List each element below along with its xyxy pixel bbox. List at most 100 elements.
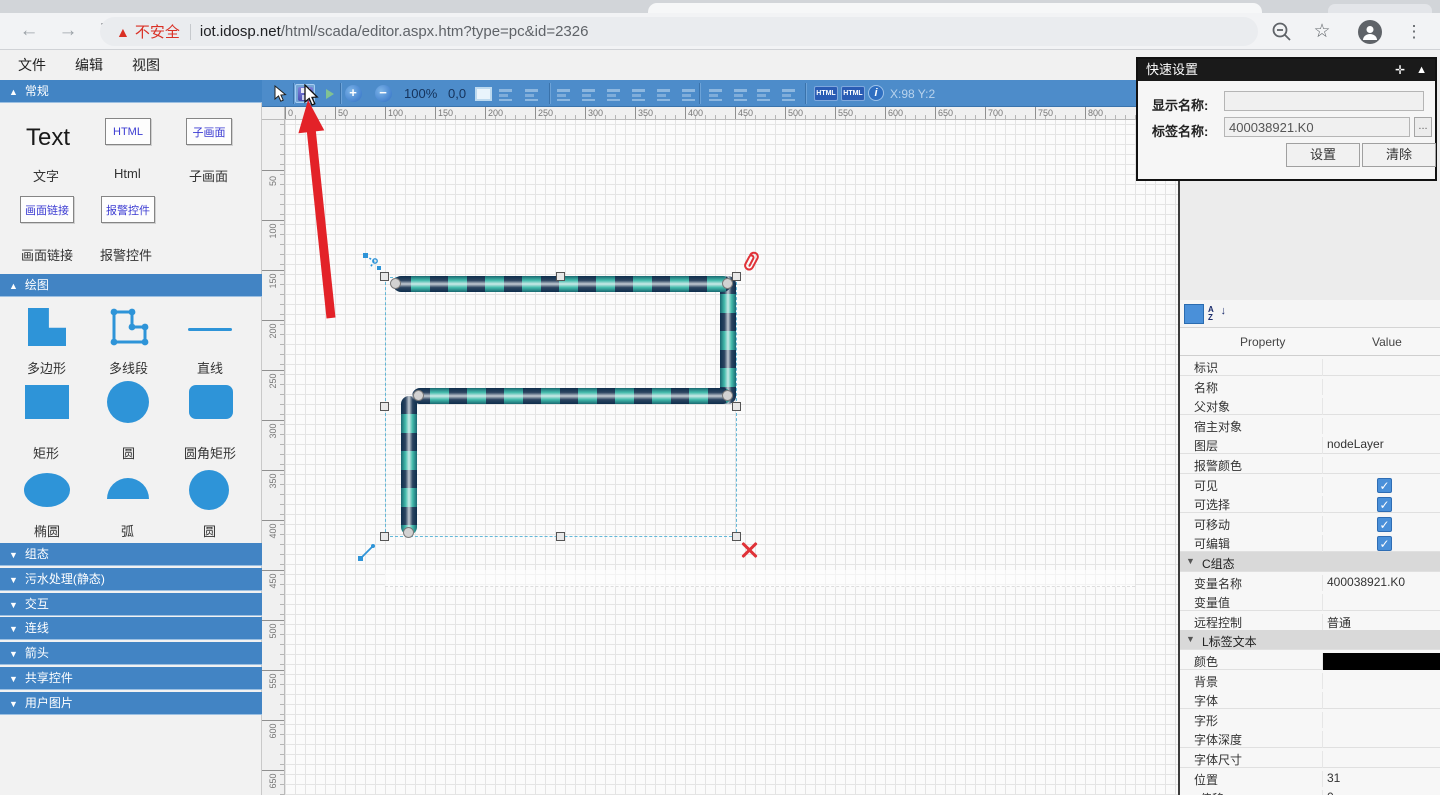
select-tool-button[interactable] [270, 84, 290, 103]
save-button[interactable] [295, 84, 315, 103]
property-value[interactable]: nodeLayer [1322, 437, 1440, 454]
set-button[interactable]: 设置 [1286, 143, 1360, 167]
section-header-general[interactable]: ▲常规 [0, 80, 262, 103]
property-row-报警颜色[interactable]: 报警颜色 [1180, 454, 1440, 474]
shape-polyline-icon[interactable] [106, 304, 152, 355]
page-zoom-icon[interactable] [1270, 20, 1294, 44]
pipe-segment-left-vertical[interactable] [401, 396, 417, 535]
categorized-view-icon[interactable] [1184, 304, 1204, 324]
property-row-字形[interactable]: 字形 [1180, 709, 1440, 729]
run-preview-button[interactable] [320, 84, 340, 103]
property-value[interactable] [1322, 712, 1440, 729]
section-header-collapsed[interactable]: ▼连线 [0, 617, 262, 640]
checkbox-checked-icon[interactable]: ✓ [1377, 497, 1392, 512]
browser-background-tab[interactable] [1328, 4, 1432, 13]
property-value[interactable]: 普通 [1322, 614, 1440, 631]
browser-menu-icon[interactable]: ⋮ [1402, 20, 1426, 44]
property-value[interactable]: ✓ [1322, 477, 1440, 494]
property-row-远程控制[interactable]: 远程控制普通 [1180, 611, 1440, 631]
zoom-out-button[interactable]: − [373, 84, 393, 103]
widget-subscreen[interactable]: 子画面 [186, 118, 232, 145]
property-row-背景[interactable]: 背景 [1180, 670, 1440, 690]
zoom-in-button[interactable]: + [343, 84, 363, 103]
property-value[interactable] [1322, 379, 1440, 396]
clear-button[interactable]: 清除 [1362, 143, 1436, 167]
profile-avatar[interactable] [1358, 20, 1382, 44]
section-header-collapsed[interactable]: ▼污水处理(静态) [0, 568, 262, 591]
design-canvas[interactable] [285, 120, 1178, 795]
widget-screen-link[interactable]: 画面链接 [20, 196, 74, 223]
property-row-宿主对象[interactable]: 宿主对象 [1180, 415, 1440, 435]
security-warning-label[interactable]: 不安全 [135, 21, 180, 42]
property-value[interactable]: ✓ [1322, 496, 1440, 513]
property-value[interactable]: 0 [1322, 790, 1440, 795]
resize-handle-top-middle[interactable] [556, 272, 565, 281]
menu-view[interactable]: 视图 [126, 50, 166, 80]
property-row-可移动[interactable]: 可移动✓ [1180, 513, 1440, 533]
property-value[interactable] [1322, 359, 1440, 376]
shape-circle-icon[interactable] [107, 381, 149, 423]
property-row-名称[interactable]: 名称 [1180, 376, 1440, 396]
quick-settings-titlebar[interactable]: 快速设置 ✛ ▲ [1138, 59, 1435, 81]
section-expand-icon[interactable]: ▼ [1186, 634, 1195, 644]
html-source-button-2[interactable]: HTML [841, 86, 865, 101]
resize-handle-bottom-left[interactable] [380, 532, 389, 541]
bookmark-star-icon[interactable]: ☆ [1310, 20, 1334, 44]
property-value[interactable] [1322, 653, 1440, 670]
html-source-button[interactable]: HTML [814, 86, 838, 101]
resize-handle-middle-right[interactable] [732, 402, 741, 411]
property-section-L标签文本[interactable]: ▼L标签文本 [1180, 630, 1440, 650]
property-value[interactable] [1322, 398, 1440, 415]
menu-edit[interactable]: 编辑 [69, 50, 109, 80]
property-row-字体深度[interactable]: 字体深度 [1180, 728, 1440, 748]
section-header-collapsed[interactable]: ▼交互 [0, 593, 262, 616]
shape-circle2-icon[interactable] [189, 470, 229, 510]
browser-back-button[interactable]: ← [14, 16, 44, 46]
property-value[interactable] [1322, 418, 1440, 435]
property-value[interactable] [1322, 457, 1440, 474]
section-header-collapsed[interactable]: ▼共享控件 [0, 667, 262, 690]
property-value[interactable]: ✓ [1322, 535, 1440, 552]
line-tool-icon[interactable] [357, 542, 377, 567]
pipe-joint[interactable] [403, 527, 414, 538]
property-value[interactable]: 31 [1322, 771, 1440, 788]
section-expand-icon[interactable]: ▼ [1186, 556, 1195, 566]
property-row-变量值[interactable]: 变量值 [1180, 591, 1440, 611]
widget-alarm-control[interactable]: 报警控件 [101, 196, 155, 223]
collapse-panel-icon[interactable]: ▲ [1416, 63, 1427, 78]
browser-forward-button[interactable]: → [53, 16, 83, 46]
property-row-字体[interactable]: 字体 [1180, 689, 1440, 709]
resize-handle-bottom-middle[interactable] [556, 532, 565, 541]
canvas-settings-button[interactable] [473, 84, 493, 103]
property-row-父对象[interactable]: 父对象 [1180, 395, 1440, 415]
section-header-draw[interactable]: ▲绘图 [0, 274, 262, 297]
info-button[interactable]: i [868, 85, 884, 101]
checkbox-checked-icon[interactable]: ✓ [1377, 517, 1392, 532]
sort-alphabetical-icon[interactable]: AZ↓ [1208, 304, 1228, 324]
widget-text[interactable]: Text [26, 124, 70, 152]
property-row-位置[interactable]: 位置31 [1180, 768, 1440, 788]
property-row-变量名称[interactable]: 变量名称400038921.K0 [1180, 572, 1440, 592]
property-value[interactable] [1322, 673, 1440, 690]
property-value[interactable]: 400038921.K0 [1322, 575, 1440, 592]
checkbox-checked-icon[interactable]: ✓ [1377, 478, 1392, 493]
pipe-segment-middle-horizontal[interactable] [412, 388, 731, 404]
shape-arc-icon[interactable] [107, 478, 149, 499]
section-header-collapsed[interactable]: ▼箭头 [0, 642, 262, 665]
property-row-可编辑[interactable]: 可编辑✓ [1180, 532, 1440, 552]
pipe-segment-right-vertical[interactable] [720, 276, 736, 404]
display-name-input[interactable] [1224, 91, 1424, 111]
pipe-joint[interactable] [722, 390, 733, 401]
address-bar[interactable]: ▲ 不安全 iot.idosp.net/html/scada/editor.as… [100, 17, 1258, 46]
property-row-x偏移[interactable]: x偏移0 [1180, 787, 1440, 795]
shape-line-icon[interactable] [188, 328, 232, 331]
shape-polygon-icon[interactable] [28, 308, 66, 346]
property-value[interactable]: ✓ [1322, 516, 1440, 533]
property-section-C组态[interactable]: ▼C组态 [1180, 552, 1440, 572]
edit-points-icon[interactable] [362, 252, 382, 277]
property-row-颜色[interactable]: 颜色 [1180, 650, 1440, 670]
property-value[interactable] [1322, 731, 1440, 748]
shape-ellipse-icon[interactable] [24, 473, 70, 507]
delete-x-icon[interactable] [740, 541, 758, 559]
resize-handle-bottom-right[interactable] [732, 532, 741, 541]
